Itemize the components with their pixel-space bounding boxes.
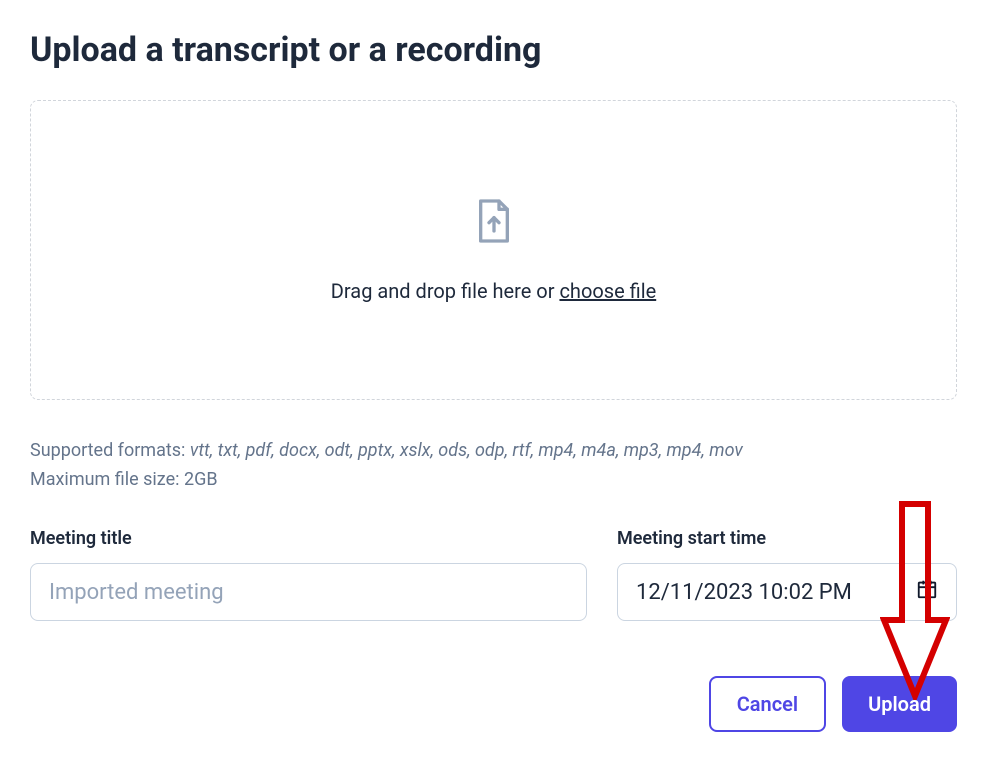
max-filesize-label: Maximum file size: — [30, 469, 184, 490]
upload-button[interactable]: Upload — [842, 676, 957, 732]
meeting-start-time-field-group: Meeting start time 12/11/2023 10:02 PM — [617, 528, 957, 621]
meeting-title-label: Meeting title — [30, 528, 587, 549]
meeting-title-input[interactable] — [30, 563, 587, 621]
max-filesize-value: 2GB — [184, 469, 218, 490]
file-upload-icon — [474, 197, 514, 249]
action-buttons: Cancel Upload — [30, 676, 957, 732]
dropzone-prompt-text: Drag and drop file here or — [331, 279, 560, 303]
dropzone-prompt: Drag and drop file here or choose file — [331, 279, 656, 303]
supported-formats-list: vtt, txt, pdf, docx, odt, pptx, xslx, od… — [190, 440, 743, 461]
file-dropzone[interactable]: Drag and drop file here or choose file — [30, 100, 957, 400]
max-filesize-line: Maximum file size: 2GB — [30, 469, 957, 490]
meeting-start-time-input[interactable]: 12/11/2023 10:02 PM — [617, 563, 957, 621]
choose-file-link[interactable]: choose file — [559, 279, 656, 303]
supported-formats-line: Supported formats: vtt, txt, pdf, docx, … — [30, 440, 957, 461]
meeting-start-time-value: 12/11/2023 10:02 PM — [636, 580, 852, 605]
meeting-start-time-label: Meeting start time — [617, 528, 957, 549]
page-title: Upload a transcript or a recording — [30, 30, 957, 70]
calendar-icon[interactable] — [916, 578, 938, 606]
meeting-title-field-group: Meeting title — [30, 528, 587, 621]
supported-formats-label: Supported formats: — [30, 440, 190, 461]
file-info: Supported formats: vtt, txt, pdf, docx, … — [30, 440, 957, 490]
cancel-button[interactable]: Cancel — [709, 676, 826, 732]
